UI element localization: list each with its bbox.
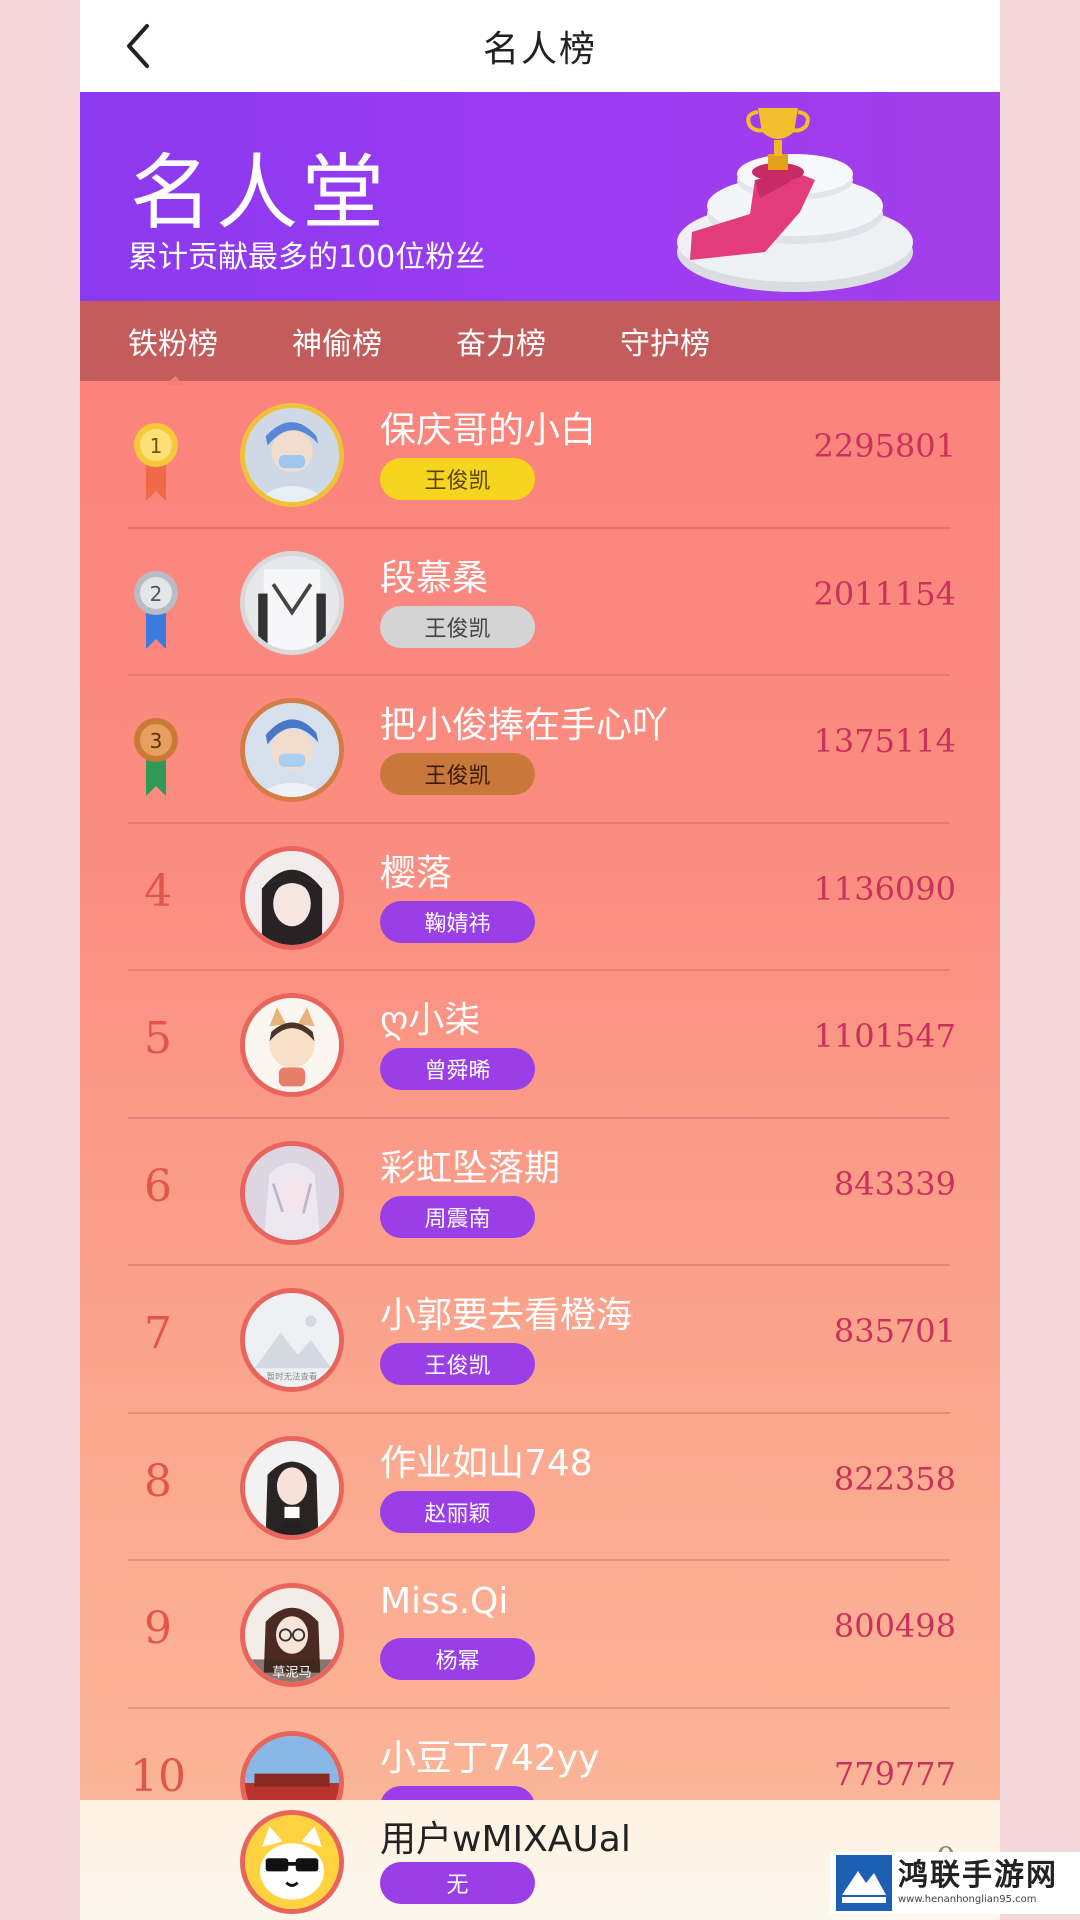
contribution-score: 843339 [833,1164,956,1203]
username: 小豆丁742yy [380,1737,600,1779]
avatar-placeholder-text: 暂时无法查看 [267,1371,318,1381]
tab-effort[interactable]: 奋力榜 [456,319,546,363]
avatar[interactable] [240,698,344,802]
tab-iron-fans[interactable]: 铁粉榜 [128,319,218,385]
avatar[interactable] [240,403,344,507]
contribution-score: 1375114 [813,722,956,760]
username: Miss.Qi [380,1581,509,1622]
username: 小郭要去看橙海 [380,1295,633,1336]
contribution-score: 1101547 [813,1017,956,1055]
app-screen: 名人榜 名人堂 累计贡献最多的100位粉丝 铁粉榜 神偷榜 奋力榜 守护榜 1 … [80,0,1000,1920]
contribution-score: 835701 [833,1312,956,1350]
username: 把小俊捧在手心吖 [380,705,669,746]
avatar-caption-text: 草泥马 [272,1664,311,1680]
tab-guardian[interactable]: 守护榜 [620,319,710,363]
avatar[interactable] [240,550,344,655]
contribution-score: 800498 [833,1607,956,1645]
svg-text:2: 2 [150,582,163,606]
avatar[interactable] [240,1140,344,1245]
idol-badge: 王俊凯 [380,605,535,648]
gold-medal-icon: 1 [134,423,178,501]
ranking-tabs: 铁粉榜 神偷榜 奋力榜 守护榜 [80,301,1000,385]
trophy-podium-icon [677,108,913,292]
watermark-name: 鸿联手游网 [898,1858,1058,1893]
svg-text:1: 1 [150,434,163,458]
idol-badge: 曾舜晞 [380,1048,535,1090]
list-item[interactable]: 9 草泥马 Miss.Qi 杨幂 800498 [80,1561,1000,1709]
page-title: 名人榜 [482,29,597,70]
contribution-score: 779777 [833,1754,956,1793]
list-item[interactable]: 1 保庆哥的小白 王俊凯 2295801 [80,381,1000,529]
rank-number: 9 [144,1603,172,1654]
list-item[interactable]: 8 作业如山748 赵丽颖 822358 [80,1414,1000,1561]
hall-of-fame-banner: 名人堂 累计贡献最多的100位粉丝 [80,92,1000,301]
silver-medal-icon: 2 [134,570,178,649]
ranking-list: 1 保庆哥的小白 王俊凯 2295801 2 段慕桑 王俊凯 2011154 3… [80,381,1000,1856]
idol-badge: 王俊凯 [380,458,535,500]
watermark-logo-icon [836,1855,892,1911]
list-item[interactable]: 7 暂时无法查看 小郭要去看橙海 王俊凯 835701 [80,1266,1000,1414]
site-watermark: 鸿联手游网 www.henanhonglian95.com [830,1852,1080,1914]
contribution-score: 2011154 [813,574,956,613]
avatar[interactable] [240,845,344,950]
avatar[interactable]: 草泥马 [240,1583,344,1687]
username: 樱落 [380,852,453,894]
list-item[interactable]: 2 段慕桑 王俊凯 2011154 [80,529,1000,676]
banner-subtitle: 累计贡献最多的100位粉丝 [128,240,486,275]
idol-badge: 鞠婧祎 [380,900,535,943]
idol-badge: 王俊凯 [380,753,535,795]
contribution-score: 1136090 [813,869,956,908]
contribution-score: 822358 [833,1459,956,1498]
rank-number: 10 [130,1750,186,1802]
contribution-score: 2295801 [813,427,956,465]
username: ღ小柒 [380,1000,481,1041]
list-item[interactable]: 3 把小俊捧在手心吖 王俊凯 1375114 [80,676,1000,824]
svg-text:3: 3 [150,729,163,753]
idol-badge: 杨幂 [380,1638,535,1680]
list-item[interactable]: 6 彩虹坠落期 周震南 843339 [80,1119,1000,1266]
rank-number: 4 [144,865,172,917]
watermark-url: www.henanhonglian95.com [898,1894,1037,1905]
rank-number: 6 [144,1160,172,1212]
idol-badge: 王俊凯 [380,1343,535,1385]
username: 保庆哥的小白 [380,410,597,451]
avatar[interactable] [240,993,344,1097]
list-item[interactable]: 4 樱落 鞠婧祎 1136090 [80,824,1000,971]
list-item[interactable]: 5 ღ小柒 曾舜晞 1101547 [80,971,1000,1119]
idol-badge: 周震南 [380,1195,535,1238]
my-idol-badge: 无 [380,1862,535,1904]
nav-bar: 名人榜 [80,0,1000,92]
avatar[interactable] [240,1435,344,1540]
rank-number: 5 [144,1013,172,1064]
bronze-medal-icon: 3 [134,718,178,796]
avatar[interactable] [240,1810,344,1914]
my-username: 用户wMIXAUal [380,1819,631,1860]
tab-thief[interactable]: 神偷榜 [292,319,382,363]
username: 作业如山748 [380,1442,593,1484]
avatar[interactable]: 暂时无法查看 [240,1288,344,1392]
rank-number: 8 [144,1455,172,1507]
idol-badge: 赵丽颖 [380,1490,535,1533]
back-button[interactable] [110,18,166,74]
rank-number: 7 [144,1308,172,1359]
banner-title: 名人堂 [130,146,389,241]
chevron-left-icon [127,24,149,68]
username: 段慕桑 [380,557,489,599]
username: 彩虹坠落期 [380,1147,561,1189]
